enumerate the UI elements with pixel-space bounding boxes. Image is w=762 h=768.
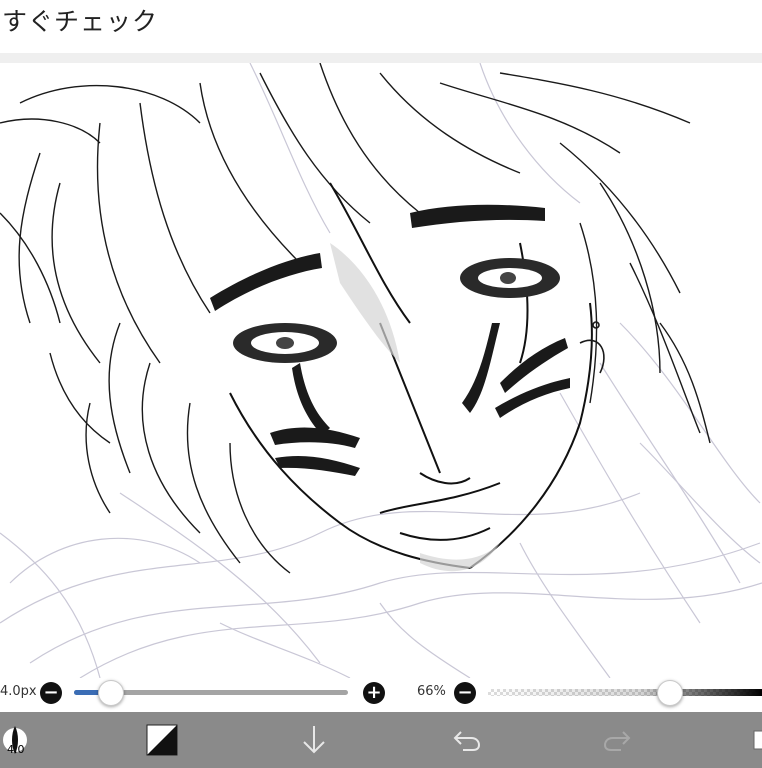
arrow-down-icon bbox=[303, 726, 325, 754]
brush-tool[interactable]: 4.0 bbox=[0, 712, 30, 768]
color-swatch-icon bbox=[146, 724, 178, 756]
undo-icon bbox=[453, 731, 481, 751]
top-bar: すぐチェック bbox=[0, 0, 762, 54]
shading bbox=[330, 243, 500, 572]
brush-size-label: 4.0px bbox=[0, 684, 37, 699]
decrease-opacity-button[interactable]: − bbox=[454, 682, 476, 704]
canvas-divider bbox=[0, 53, 762, 63]
bottom-toolbar: 4.0 bbox=[0, 712, 762, 768]
drawing-canvas[interactable] bbox=[0, 63, 762, 678]
face-lines bbox=[229, 182, 593, 569]
opacity-slider[interactable] bbox=[488, 689, 762, 696]
redo-tool[interactable] bbox=[596, 712, 640, 768]
app-title: すぐチェック bbox=[2, 7, 159, 36]
artwork bbox=[0, 63, 762, 678]
brush-size-badge: 4.0 bbox=[7, 743, 25, 756]
color-tool[interactable] bbox=[140, 712, 184, 768]
opacity-thumb[interactable] bbox=[656, 680, 683, 706]
layers-tool[interactable] bbox=[748, 712, 762, 768]
undo-tool[interactable] bbox=[444, 712, 488, 768]
sketch-lines bbox=[0, 63, 762, 678]
increase-size-button[interactable]: + bbox=[363, 682, 385, 704]
brush-size-thumb[interactable] bbox=[97, 680, 124, 706]
decrease-size-button[interactable]: − bbox=[40, 682, 62, 704]
hair-lines bbox=[0, 63, 711, 574]
redo-icon bbox=[603, 731, 631, 751]
brush-settings-bar: 4.0px − + 66% − bbox=[0, 678, 762, 710]
download-tool[interactable] bbox=[292, 712, 336, 768]
opacity-label: 66% bbox=[417, 684, 446, 699]
layers-icon bbox=[753, 730, 762, 750]
